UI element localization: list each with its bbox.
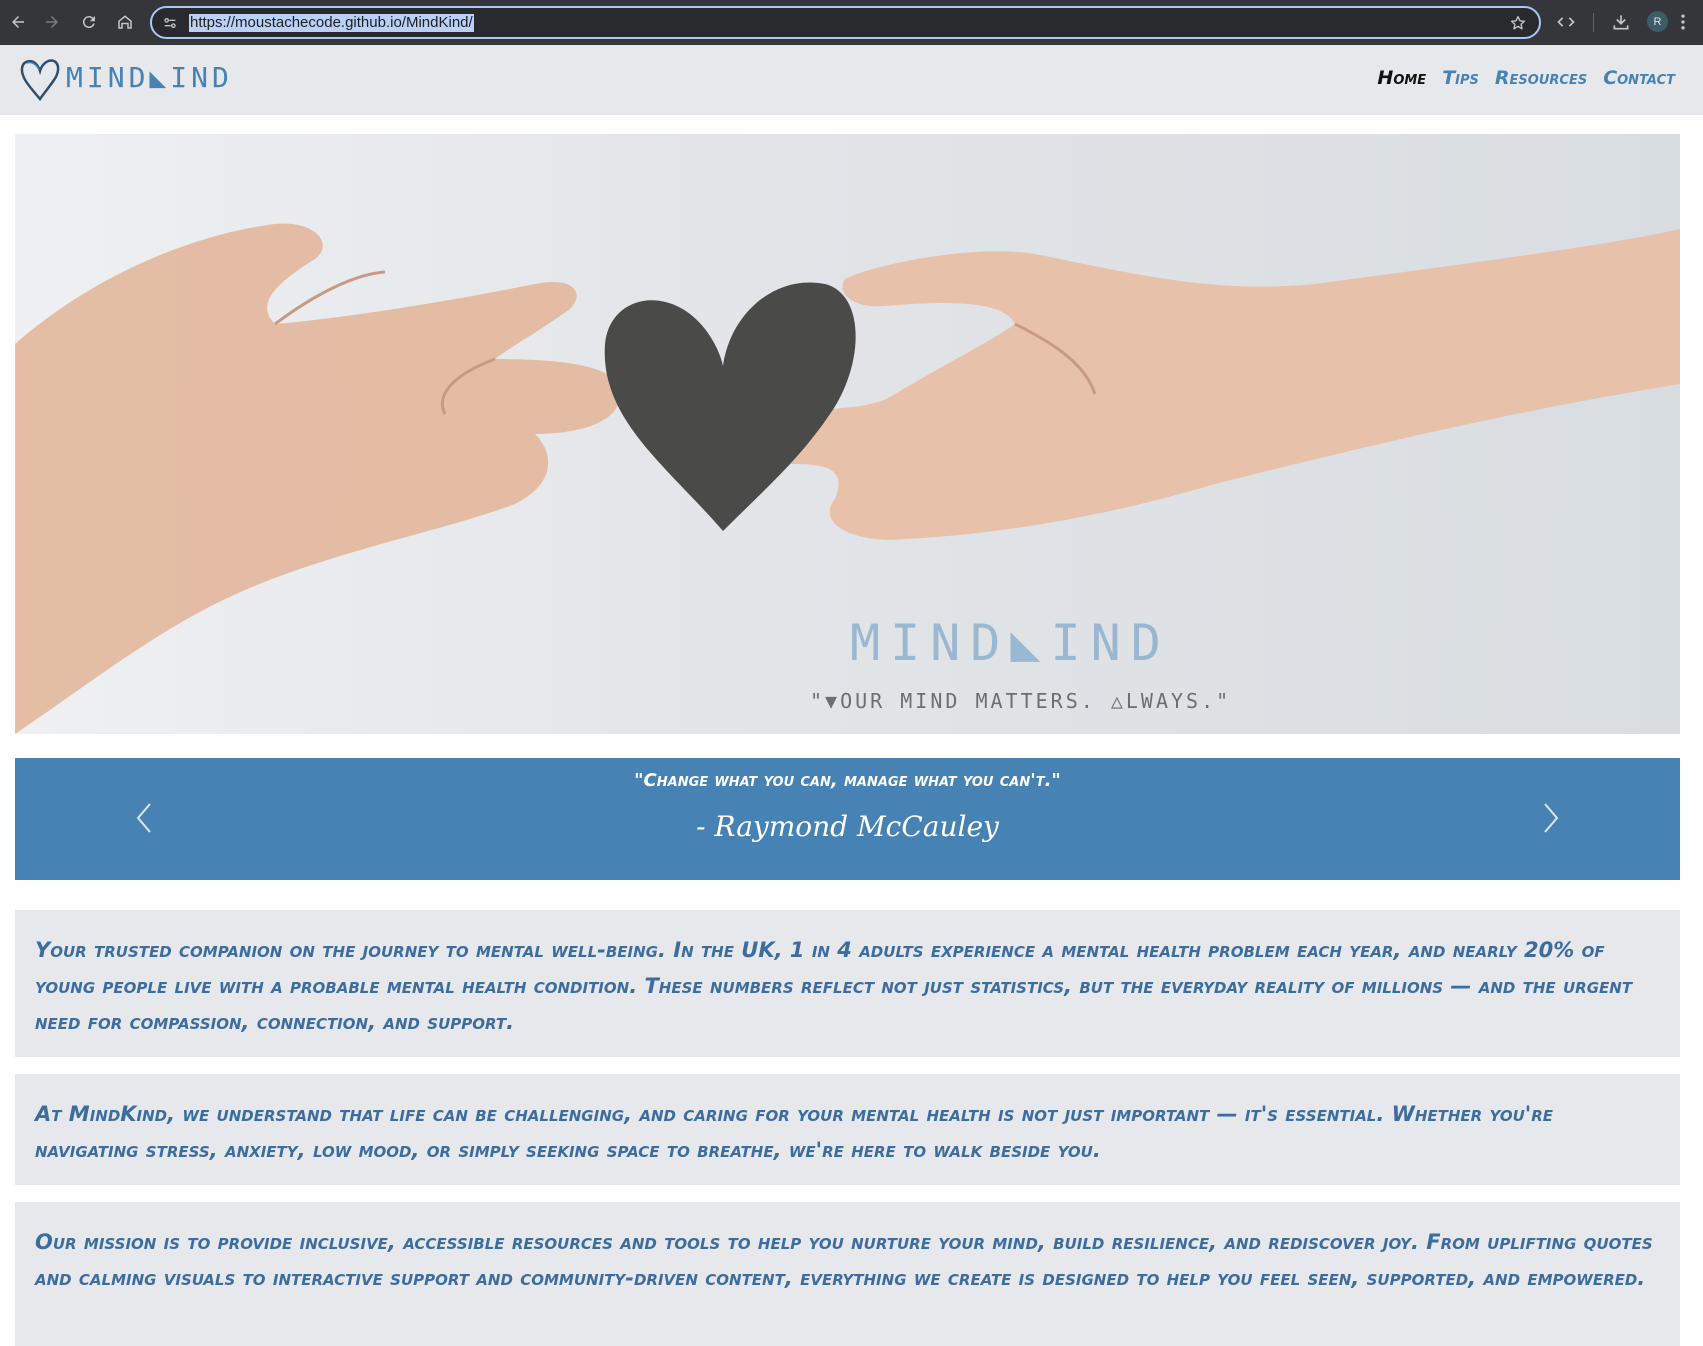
intro-paragraph: Your trusted companion on the journey to… xyxy=(35,938,1633,1034)
heart-logo-icon[interactable] xyxy=(18,55,62,103)
forward-icon[interactable] xyxy=(40,10,64,34)
download-icon[interactable] xyxy=(1611,12,1631,32)
menu-dots-icon[interactable] xyxy=(1680,12,1690,32)
understanding-paragraph: At MindKind, we understand that life can… xyxy=(35,1102,1553,1162)
site-header: MIND◣IND Home Tips Resources Contact xyxy=(0,45,1703,115)
hero-tagline: "▼OUR MIND MATTERS. △LWAYS." xyxy=(810,689,1232,713)
understanding-panel: At MindKind, we understand that life can… xyxy=(15,1074,1680,1185)
browser-toolbar: https://moustachecode.github.io/MindKind… xyxy=(0,0,1703,45)
reload-icon[interactable] xyxy=(77,10,101,34)
chevron-right-icon[interactable] xyxy=(1539,800,1563,836)
bookmark-star-icon[interactable] xyxy=(1509,14,1527,32)
address-bar[interactable]: https://moustachecode.github.io/MindKind… xyxy=(150,6,1541,39)
back-icon[interactable] xyxy=(6,10,30,34)
nav-tips[interactable]: Tips xyxy=(1442,67,1479,89)
nav-contact[interactable]: Contact xyxy=(1603,67,1675,89)
hero-banner: MIND◣IND "▼OUR MIND MATTERS. △LWAYS." xyxy=(15,134,1680,734)
mission-paragraph: Our mission is to provide inclusive, acc… xyxy=(35,1230,1653,1290)
hands-holding-heart-image xyxy=(15,223,1680,734)
profile-avatar[interactable]: R xyxy=(1647,11,1668,32)
quote-text: "Change what you can, manage what you ca… xyxy=(634,770,1061,791)
quote-carousel: "Change what you can, manage what you ca… xyxy=(15,758,1680,880)
url-text[interactable]: https://moustachecode.github.io/MindKind… xyxy=(189,14,474,32)
site-logo-text[interactable]: MIND◣IND xyxy=(66,61,233,94)
mission-panel: Our mission is to provide inclusive, acc… xyxy=(15,1202,1680,1346)
intro-panel: Your trusted companion on the journey to… xyxy=(15,910,1680,1057)
site-info-icon[interactable] xyxy=(162,15,178,31)
nav-resources[interactable]: Resources xyxy=(1495,67,1587,89)
main-nav: Home Tips Resources Contact xyxy=(1377,67,1675,89)
quote-author: - Raymond McCauley xyxy=(696,810,999,843)
hero-title: MIND◣IND xyxy=(850,614,1171,672)
home-icon[interactable] xyxy=(113,10,137,34)
nav-home[interactable]: Home xyxy=(1377,67,1426,89)
toolbar-divider xyxy=(1593,13,1594,32)
code-icon[interactable] xyxy=(1556,12,1576,32)
